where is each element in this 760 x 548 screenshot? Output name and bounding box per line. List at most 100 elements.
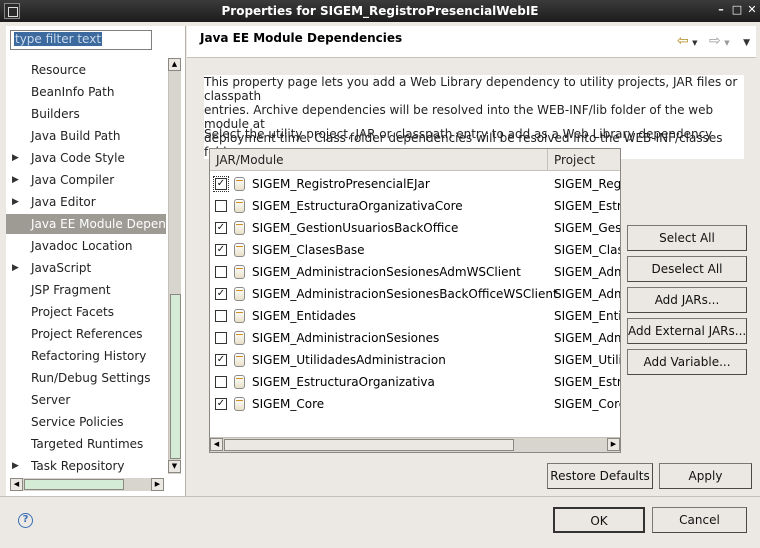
scroll-left-icon[interactable]: ◀ <box>210 438 223 451</box>
table-scroll-thumb[interactable] <box>224 439 514 451</box>
row-checkbox[interactable] <box>215 376 227 388</box>
table-row[interactable]: SIGEM_EstructuraOrganizativa SIGEM_Estr <box>210 371 620 393</box>
deselect-all-button[interactable]: Deselect All <box>627 256 747 282</box>
tree-item[interactable]: ▶ Java Code Style <box>6 148 166 168</box>
row-checkbox[interactable]: ✓ <box>215 288 227 300</box>
filter-input[interactable]: type filter text <box>10 30 152 50</box>
row-checkbox[interactable]: ✓ <box>215 222 227 234</box>
expand-arrow-icon[interactable]: ▶ <box>12 258 19 278</box>
tree-item[interactable]: Project Facets <box>6 302 166 322</box>
expand-arrow-icon[interactable]: ▶ <box>12 456 19 474</box>
module-name: SIGEM_UtilidadesAdministracion <box>252 353 446 367</box>
tree-item[interactable]: Java Build Path <box>6 126 166 146</box>
tree-item[interactable]: ▶ JavaScript <box>6 258 166 278</box>
forward-icon[interactable]: ⇨ <box>709 33 721 49</box>
expand-arrow-icon[interactable]: ▶ <box>12 192 19 212</box>
back-menu-icon[interactable]: ▼ <box>692 39 697 47</box>
h-scroll-thumb[interactable] <box>24 479 124 490</box>
help-icon[interactable]: ? <box>18 513 33 528</box>
column-header-jar-module[interactable]: JAR/Module <box>210 149 548 171</box>
jar-icon <box>234 221 245 235</box>
forward-menu-icon[interactable]: ▼ <box>724 39 729 47</box>
module-name: SIGEM_ClasesBase <box>252 243 365 257</box>
row-checkbox[interactable]: ✓ <box>213 176 229 192</box>
project-name: SIGEM_Ges <box>554 221 620 235</box>
tree-item-label: Refactoring History <box>31 349 147 363</box>
table-row[interactable]: ✓ SIGEM_RegistroPresencialEJar SIGEM_Regi <box>210 173 620 195</box>
tree-item[interactable]: ▶ Task Repository <box>6 456 166 474</box>
row-checkbox[interactable]: ✓ <box>215 354 227 366</box>
tree-item-label: Javadoc Location <box>31 239 133 253</box>
expand-arrow-icon[interactable]: ▶ <box>12 170 19 190</box>
scroll-up-icon[interactable]: ▲ <box>168 58 181 71</box>
tree-item[interactable]: Builders <box>6 104 166 124</box>
add-jars-button[interactable]: Add JARs... <box>627 287 747 313</box>
maximize-button[interactable]: □ <box>730 3 744 17</box>
table-row[interactable]: SIGEM_Entidades SIGEM_Entic <box>210 305 620 327</box>
add-variable-button[interactable]: Add Variable... <box>627 349 747 375</box>
tree-item[interactable]: Refactoring History <box>6 346 166 366</box>
cancel-button[interactable]: Cancel <box>652 507 747 533</box>
restore-defaults-button[interactable]: Restore Defaults <box>547 463 653 489</box>
apply-button[interactable]: Apply <box>659 463 752 489</box>
tree-item[interactable]: ▶ Java Compiler <box>6 170 166 190</box>
table-row[interactable]: ✓ SIGEM_UtilidadesAdministracion SIGEM_Uti… <box>210 349 620 371</box>
row-checkbox[interactable]: ✓ <box>215 398 227 410</box>
project-name: SIGEM_Estr <box>554 375 620 389</box>
minimize-button[interactable]: – <box>714 3 728 17</box>
ok-button[interactable]: OK <box>553 507 645 533</box>
scroll-left-icon[interactable]: ◀ <box>10 478 23 491</box>
back-icon[interactable]: ⇦ <box>677 33 689 49</box>
module-name: SIGEM_AdministracionSesiones <box>252 331 440 345</box>
table-row[interactable]: SIGEM_AdministracionSesionesAdmWSClient S… <box>210 261 620 283</box>
tree-item[interactable]: BeanInfo Path <box>6 82 166 102</box>
project-name: SIGEM_Adm <box>554 287 620 301</box>
scroll-thumb[interactable] <box>170 294 181 459</box>
tree-item[interactable]: Java EE Module Depend <box>6 214 166 234</box>
tree-item[interactable]: JSP Fragment <box>6 280 166 300</box>
close-button[interactable]: ✕ <box>745 3 759 17</box>
row-checkbox[interactable] <box>215 310 227 322</box>
row-checkbox[interactable]: ✓ <box>215 244 227 256</box>
select-all-button[interactable]: Select All <box>627 225 747 251</box>
table-row[interactable]: ✓ SIGEM_ClasesBase SIGEM_Clas <box>210 239 620 261</box>
column-header-project[interactable]: Project <box>548 149 620 171</box>
row-checkbox[interactable] <box>215 266 227 278</box>
view-menu-icon[interactable]: ▼ <box>743 38 750 48</box>
add-external-jars-button[interactable]: Add External JARs... <box>627 318 747 344</box>
project-name: SIGEM_Adm <box>554 265 620 279</box>
tree-item-label: Builders <box>31 107 80 121</box>
tree-item[interactable]: Targeted Runtimes <box>6 434 166 454</box>
module-name: SIGEM_EstructuraOrganizativa <box>252 375 435 389</box>
project-name: SIGEM_Estr <box>554 199 620 213</box>
tree-horizontal-scrollbar[interactable]: ◀ ▶ <box>10 478 164 491</box>
table-row[interactable]: ✓ SIGEM_AdministracionSesionesBackOfficeW… <box>210 283 620 305</box>
tree-item[interactable]: Project References <box>6 324 166 344</box>
page-description: This property page lets you add a Web Li… <box>204 75 744 159</box>
scroll-right-icon[interactable]: ▶ <box>151 478 164 491</box>
row-checkbox[interactable] <box>215 200 227 212</box>
expand-arrow-icon[interactable]: ▶ <box>12 148 19 168</box>
tree-item[interactable]: Service Policies <box>6 412 166 432</box>
table-horizontal-scrollbar[interactable]: ◀ ▶ <box>210 437 620 452</box>
scroll-right-icon[interactable]: ▶ <box>607 438 620 451</box>
scroll-down-icon[interactable]: ▼ <box>168 460 181 473</box>
tree-item[interactable]: Run/Debug Settings <box>6 368 166 388</box>
preference-tree: Resource BeanInfo Path Builders Java Build … <box>6 60 166 474</box>
table-row[interactable]: ✓ SIGEM_GestionUsuariosBackOffice SIGEM_Ge… <box>210 217 620 239</box>
table-row[interactable]: SIGEM_EstructuraOrganizativaCore SIGEM_Es… <box>210 195 620 217</box>
table-row[interactable]: ✓ SIGEM_Core SIGEM_Core <box>210 393 620 415</box>
tree-item[interactable]: Resource <box>6 60 166 80</box>
title-bar: Properties for SIGEM_RegistroPresencialW… <box>0 0 760 22</box>
tree-item[interactable]: Javadoc Location <box>6 236 166 256</box>
table-row[interactable]: SIGEM_AdministracionSesiones SIGEM_Adm <box>210 327 620 349</box>
tree-item[interactable]: Server <box>6 390 166 410</box>
jar-icon <box>234 353 245 367</box>
row-checkbox[interactable] <box>215 332 227 344</box>
tree-vertical-scrollbar[interactable]: ▲ ▼ <box>168 58 181 474</box>
module-name: SIGEM_RegistroPresencialEJar <box>252 177 430 191</box>
tree-item[interactable]: ▶ Java Editor <box>6 192 166 212</box>
jar-icon <box>234 177 245 191</box>
dependency-table: JAR/Module Project ✓ SIGEM_RegistroPresen… <box>209 148 621 453</box>
jar-icon <box>234 243 245 257</box>
